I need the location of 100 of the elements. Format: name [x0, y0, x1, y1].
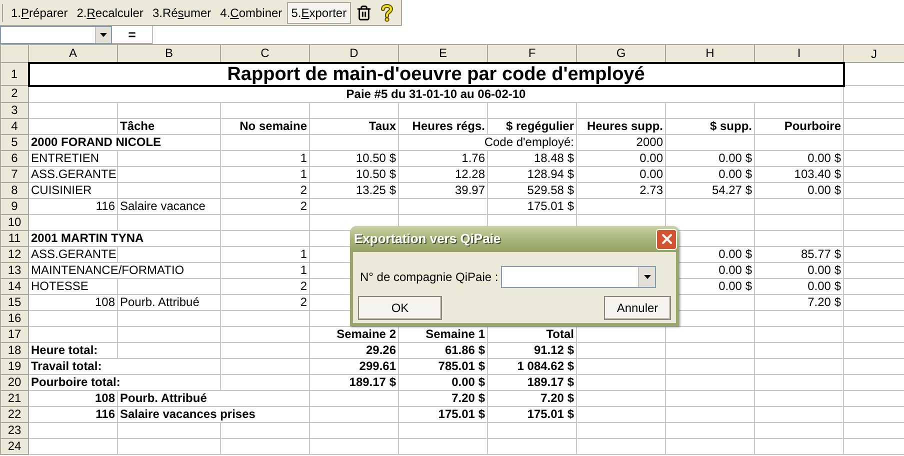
row-header[interactable]: 17 — [0, 326, 28, 342]
table-cell: Code d'employé: — [398, 134, 576, 150]
row-header[interactable]: 22 — [0, 406, 28, 422]
table-cell: 0.00 $ — [666, 150, 754, 166]
table-cell: 18.48 $ — [488, 150, 576, 166]
toolbar-button[interactable]: 5.Exporter — [287, 2, 351, 24]
dialog-button[interactable]: Annuler — [604, 296, 671, 320]
column-header[interactable]: B — [118, 44, 220, 62]
help-icon[interactable] — [380, 4, 393, 22]
row-header[interactable]: 6 — [0, 150, 28, 166]
table-cell: Heures régs. — [398, 118, 488, 134]
row-header[interactable]: 24 — [0, 438, 28, 454]
table-cell: 0.00 $ — [754, 150, 844, 166]
table-cell: 7.20 $ — [488, 390, 576, 406]
row-header[interactable]: 19 — [0, 358, 28, 374]
table-cell: 1 — [220, 262, 310, 278]
row-header[interactable]: 2 — [0, 86, 28, 102]
row-header[interactable]: 14 — [0, 278, 28, 294]
row-header[interactable]: 5 — [0, 134, 28, 150]
row-header[interactable]: 1 — [0, 62, 28, 86]
table-cell: 2 — [220, 182, 310, 198]
report-title: Rapport de main-d'oeuvre par code d'employé — [28, 62, 844, 86]
table-cell: 2 — [220, 198, 310, 214]
table-cell: 54.27 $ — [666, 182, 754, 198]
table-cell: 189.17 $ — [310, 374, 398, 390]
table-cell: 0.00 — [576, 150, 666, 166]
column-header[interactable]: C — [220, 44, 310, 62]
toolbar-button[interactable]: 1.Préparer — [7, 2, 72, 24]
table-cell: Salaire vacance — [118, 198, 220, 214]
row-header[interactable]: 15 — [0, 294, 28, 310]
table-cell: 61.86 $ — [398, 342, 488, 358]
table-cell: 1 084.62 $ — [488, 358, 576, 374]
row-header[interactable]: 16 — [0, 310, 28, 326]
table-cell: ASS.GERANTE — [28, 166, 118, 182]
row-header[interactable]: 7 — [0, 166, 28, 182]
row-header[interactable]: 3 — [0, 102, 28, 118]
table-cell: 1 — [220, 246, 310, 262]
report-subtitle: Paie #5 du 31-01-10 au 06-02-10 — [28, 86, 844, 102]
caret-icon — [644, 275, 651, 279]
table-cell: 128.94 $ — [488, 166, 576, 182]
row-header[interactable]: 12 — [0, 246, 28, 262]
table-cell: 0.00 $ — [398, 374, 488, 390]
formula-field[interactable] — [152, 26, 904, 44]
table-cell: 108 — [28, 294, 118, 310]
table-cell: 13.25 $ — [310, 182, 398, 198]
table-cell: 10.50 $ — [310, 166, 398, 182]
table-cell: $ regégulier — [488, 118, 576, 134]
column-header[interactable]: E — [398, 44, 488, 62]
table-cell: 0.00 $ — [754, 262, 844, 278]
column-header[interactable]: A — [28, 44, 118, 62]
table-cell: ENTRETIEN — [28, 150, 118, 166]
table-cell: Heures supp. — [576, 118, 666, 134]
table-cell: 2000 — [576, 134, 666, 150]
table-cell: Pourboire total: — [28, 374, 220, 390]
row-header[interactable]: 4 — [0, 118, 28, 134]
column-header[interactable]: J — [844, 44, 904, 62]
column-header[interactable]: H — [666, 44, 754, 62]
dropdown-button[interactable] — [95, 27, 111, 43]
column-header[interactable]: G — [576, 44, 666, 62]
table-cell: Taux — [310, 118, 398, 134]
company-dropdown[interactable] — [501, 266, 656, 288]
table-cell: Salaire vacances prises — [118, 406, 310, 422]
table-cell: 1 — [220, 166, 310, 182]
trash-icon[interactable] — [356, 4, 372, 20]
caret-icon — [100, 33, 107, 37]
row-header[interactable]: 10 — [0, 214, 28, 230]
table-cell: $ supp. — [666, 118, 754, 134]
table-cell: Pourb. Attribué — [118, 294, 220, 310]
table-cell: 175.01 $ — [488, 198, 576, 214]
column-header[interactable]: D — [310, 44, 398, 62]
table-cell: Pourboire — [754, 118, 844, 134]
table-cell: 10.50 $ — [310, 150, 398, 166]
toolbar-button[interactable]: 4.Combiner — [216, 2, 286, 24]
table-cell: Travail total: — [28, 358, 220, 374]
row-header[interactable]: 21 — [0, 390, 28, 406]
table-cell: Pourb. Attribué — [118, 390, 310, 406]
row-header[interactable]: 8 — [0, 182, 28, 198]
dialog-title: Exportation vers QiPaie — [354, 230, 501, 248]
column-header[interactable]: F — [488, 44, 576, 62]
row-header[interactable]: 9 — [0, 198, 28, 214]
row-header[interactable]: 20 — [0, 374, 28, 390]
table-cell: 0.00 $ — [754, 278, 844, 294]
row-header[interactable]: 13 — [0, 262, 28, 278]
close-button[interactable] — [656, 228, 677, 250]
table-cell: Tâche — [118, 118, 220, 134]
table-cell: 2 — [220, 294, 310, 310]
column-header[interactable]: I — [754, 44, 844, 62]
toolbar-button[interactable]: 3.Résumer — [148, 2, 216, 24]
table-cell: 0.00 — [576, 166, 666, 182]
table-cell: 29.26 — [310, 342, 398, 358]
row-header[interactable]: 23 — [0, 422, 28, 438]
table-cell: 175.01 $ — [398, 406, 488, 422]
row-header[interactable]: 11 — [0, 230, 28, 246]
equals-button[interactable]: = — [112, 26, 152, 44]
table-cell: 189.17 $ — [488, 374, 576, 390]
table-cell: 7.20 $ — [398, 390, 488, 406]
dialog-button[interactable]: OK — [358, 296, 442, 320]
row-header[interactable]: 18 — [0, 342, 28, 358]
table-cell: 2 — [220, 278, 310, 294]
toolbar-button[interactable]: 2.Recalculer — [72, 2, 148, 24]
